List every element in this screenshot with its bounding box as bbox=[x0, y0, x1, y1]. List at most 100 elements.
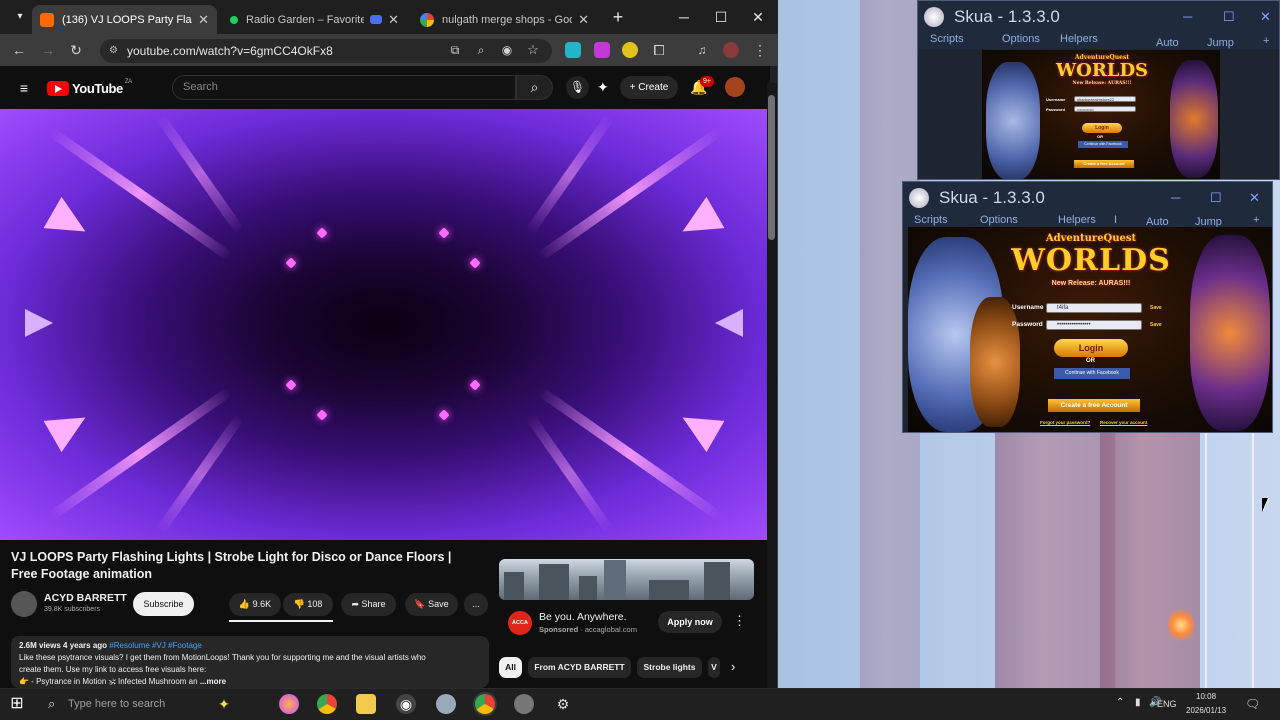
extensions-puzzle-icon[interactable]: ⧠ bbox=[651, 42, 667, 58]
like-button[interactable]: 👍 9.6K bbox=[229, 593, 281, 616]
site-info-icon[interactable]: ⚙ bbox=[109, 39, 118, 63]
chrome-profile-icon[interactable] bbox=[475, 694, 495, 714]
media-icon[interactable] bbox=[370, 15, 383, 24]
voice-search-icon[interactable]: 🎙 bbox=[566, 76, 589, 99]
youtube-logo[interactable]: YouTube ZA bbox=[47, 79, 132, 97]
menu-scripts[interactable]: Scripts bbox=[930, 33, 964, 45]
tab-google[interactable]: nulgath merge shops - Google S ✕ bbox=[412, 5, 597, 34]
scrollbar-thumb[interactable] bbox=[768, 95, 775, 240]
file-explorer-icon[interactable] bbox=[356, 694, 376, 714]
minimize-button[interactable]: ─ bbox=[666, 6, 702, 28]
clock-time[interactable]: 10:08 bbox=[1196, 692, 1216, 701]
menu-helpers[interactable]: Helpers bbox=[1060, 33, 1098, 45]
app-icon[interactable] bbox=[436, 694, 456, 714]
zoom-icon[interactable]: ⌕ bbox=[473, 42, 489, 58]
channel-name[interactable]: ACYD BARRETT bbox=[44, 592, 127, 604]
install-icon[interactable]: ⧉ bbox=[447, 42, 463, 58]
subscribe-button[interactable]: Subscribe bbox=[133, 592, 194, 616]
hamburger-menu-icon[interactable]: ≡ bbox=[16, 80, 32, 96]
settings-gear-icon[interactable]: ⚙ bbox=[553, 694, 573, 714]
ad-menu-icon[interactable]: ⋮ bbox=[733, 613, 746, 629]
search-input[interactable]: Search bbox=[172, 75, 516, 100]
search-button[interactable]: ⌕ bbox=[516, 75, 553, 100]
channel-avatar[interactable] bbox=[11, 591, 37, 617]
facebook-login-button[interactable]: Continue with Facebook bbox=[1054, 368, 1130, 379]
media-control-icon[interactable]: ♫ bbox=[694, 42, 710, 58]
search-highlight-icon[interactable]: ✦ bbox=[214, 694, 234, 714]
tab-search-icon[interactable]: ▾ bbox=[2, 6, 38, 28]
close-button[interactable]: ✕ bbox=[1260, 1, 1271, 33]
menu-options[interactable]: Options bbox=[980, 214, 1018, 226]
close-button[interactable]: ✕ bbox=[1249, 182, 1260, 214]
clock-date[interactable]: 2026/01/13 bbox=[1186, 706, 1226, 715]
app-icon[interactable] bbox=[514, 694, 534, 714]
chrome-taskbar-icon[interactable] bbox=[317, 694, 337, 714]
extension-icon[interactable] bbox=[565, 42, 581, 58]
notification-center-icon[interactable]: 🗨 bbox=[1245, 697, 1260, 711]
chip-strobe-lights[interactable]: Strobe lights bbox=[637, 657, 702, 678]
skua-window-back[interactable]: Skua - 1.3.3.0 ─ ☐ ✕ Scripts Options Hel… bbox=[917, 0, 1280, 180]
menu-kebab-icon[interactable]: ⋮ bbox=[752, 42, 768, 58]
maximize-button[interactable]: ☐ bbox=[1223, 1, 1235, 33]
bookmark-star-icon[interactable]: ☆ bbox=[525, 42, 541, 58]
create-button[interactable]: + Create bbox=[620, 76, 678, 99]
ad-banner-image[interactable] bbox=[499, 559, 754, 600]
more-actions-button[interactable]: ... bbox=[464, 593, 488, 616]
create-account-button[interactable]: Create a free Account bbox=[1074, 160, 1134, 168]
login-button[interactable]: Login bbox=[1082, 123, 1122, 133]
menu-add[interactable]: + bbox=[1253, 214, 1259, 226]
show-more-link[interactable]: ...more bbox=[200, 677, 226, 686]
recover-account-link[interactable]: Recover your account bbox=[1100, 420, 1147, 425]
skua-window-front[interactable]: Skua - 1.3.3.0 ─ ☐ ✕ Scripts Options Hel… bbox=[902, 181, 1273, 433]
menu-i[interactable]: I bbox=[1114, 214, 1117, 226]
language-indicator[interactable]: ENG bbox=[1157, 699, 1177, 709]
maximize-button[interactable]: ☐ bbox=[1210, 182, 1222, 214]
tray-chevron-up-icon[interactable]: ⌃ bbox=[1116, 697, 1124, 708]
tab-radio-garden[interactable]: Radio Garden – Favorites ✕ bbox=[222, 5, 407, 34]
forgot-password-link[interactable]: Forgot your password? bbox=[1040, 420, 1090, 425]
chevron-right-icon[interactable]: › bbox=[731, 659, 735, 674]
ad-title[interactable]: Be you. Anywhere. bbox=[539, 611, 627, 623]
dislike-button[interactable]: 👎 108 bbox=[283, 593, 333, 616]
extension-icon[interactable] bbox=[622, 42, 638, 58]
facebook-login-button[interactable]: Continue with Facebook bbox=[1078, 141, 1128, 148]
forward-icon[interactable]: → bbox=[40, 42, 56, 58]
share-button[interactable]: ➦ Share bbox=[341, 593, 396, 616]
back-icon[interactable]: ← bbox=[11, 42, 27, 58]
copilot-icon[interactable] bbox=[279, 694, 299, 714]
save-button[interactable]: 🔖 Save bbox=[405, 593, 458, 616]
menu-scripts[interactable]: Scripts bbox=[914, 214, 948, 226]
sparkle-icon[interactable]: ✦ bbox=[597, 79, 609, 96]
menu-jump[interactable]: Jump bbox=[1207, 37, 1234, 49]
extension-icon[interactable] bbox=[594, 42, 610, 58]
close-tab-icon[interactable]: ✕ bbox=[388, 12, 399, 28]
new-tab-button[interactable]: + bbox=[600, 6, 636, 28]
account-avatar[interactable] bbox=[725, 77, 745, 97]
menu-add[interactable]: + bbox=[1263, 35, 1269, 47]
game-view[interactable]: AdventureQuest WORLDS New Release: AURAS… bbox=[982, 50, 1220, 179]
close-tab-icon[interactable]: ✕ bbox=[198, 12, 209, 28]
video-player[interactable] bbox=[0, 109, 767, 540]
password-field[interactable]: •••••••••••••••• bbox=[1046, 320, 1142, 330]
profile-avatar[interactable] bbox=[723, 42, 739, 58]
menu-options[interactable]: Options bbox=[1002, 33, 1040, 45]
username-field[interactable]: shadowrealmstore22 bbox=[1074, 96, 1136, 102]
description-box[interactable]: 2.6M views 4 years ago #Resolume #VJ #Fo… bbox=[11, 636, 489, 688]
save-password-checkbox[interactable]: Save bbox=[1150, 322, 1162, 328]
password-field[interactable]: •••••••••••• bbox=[1074, 106, 1136, 112]
maximize-button[interactable]: ☐ bbox=[703, 6, 739, 28]
menu-helpers[interactable]: Helpers bbox=[1058, 214, 1096, 226]
ad-brand-logo[interactable]: ACCA bbox=[508, 611, 532, 635]
apply-now-button[interactable]: Apply now bbox=[658, 611, 722, 633]
create-account-button[interactable]: Create a free Account bbox=[1048, 399, 1140, 412]
close-tab-icon[interactable]: ✕ bbox=[578, 12, 589, 28]
username-field[interactable]: t4ifa bbox=[1046, 303, 1142, 313]
minimize-button[interactable]: ─ bbox=[1171, 182, 1180, 214]
reload-icon[interactable]: ↻ bbox=[68, 42, 84, 58]
tab-youtube[interactable]: (136) VJ LOOPS Party Flashing L ✕ bbox=[32, 5, 217, 34]
steam-icon[interactable]: ◉ bbox=[396, 694, 416, 714]
close-window-button[interactable]: ✕ bbox=[740, 6, 776, 28]
game-view[interactable]: AdventureQuest WORLDS New Release: AURAS… bbox=[908, 227, 1272, 432]
menu-auto[interactable]: Auto bbox=[1156, 37, 1179, 49]
chip-next[interactable]: V bbox=[708, 657, 720, 678]
